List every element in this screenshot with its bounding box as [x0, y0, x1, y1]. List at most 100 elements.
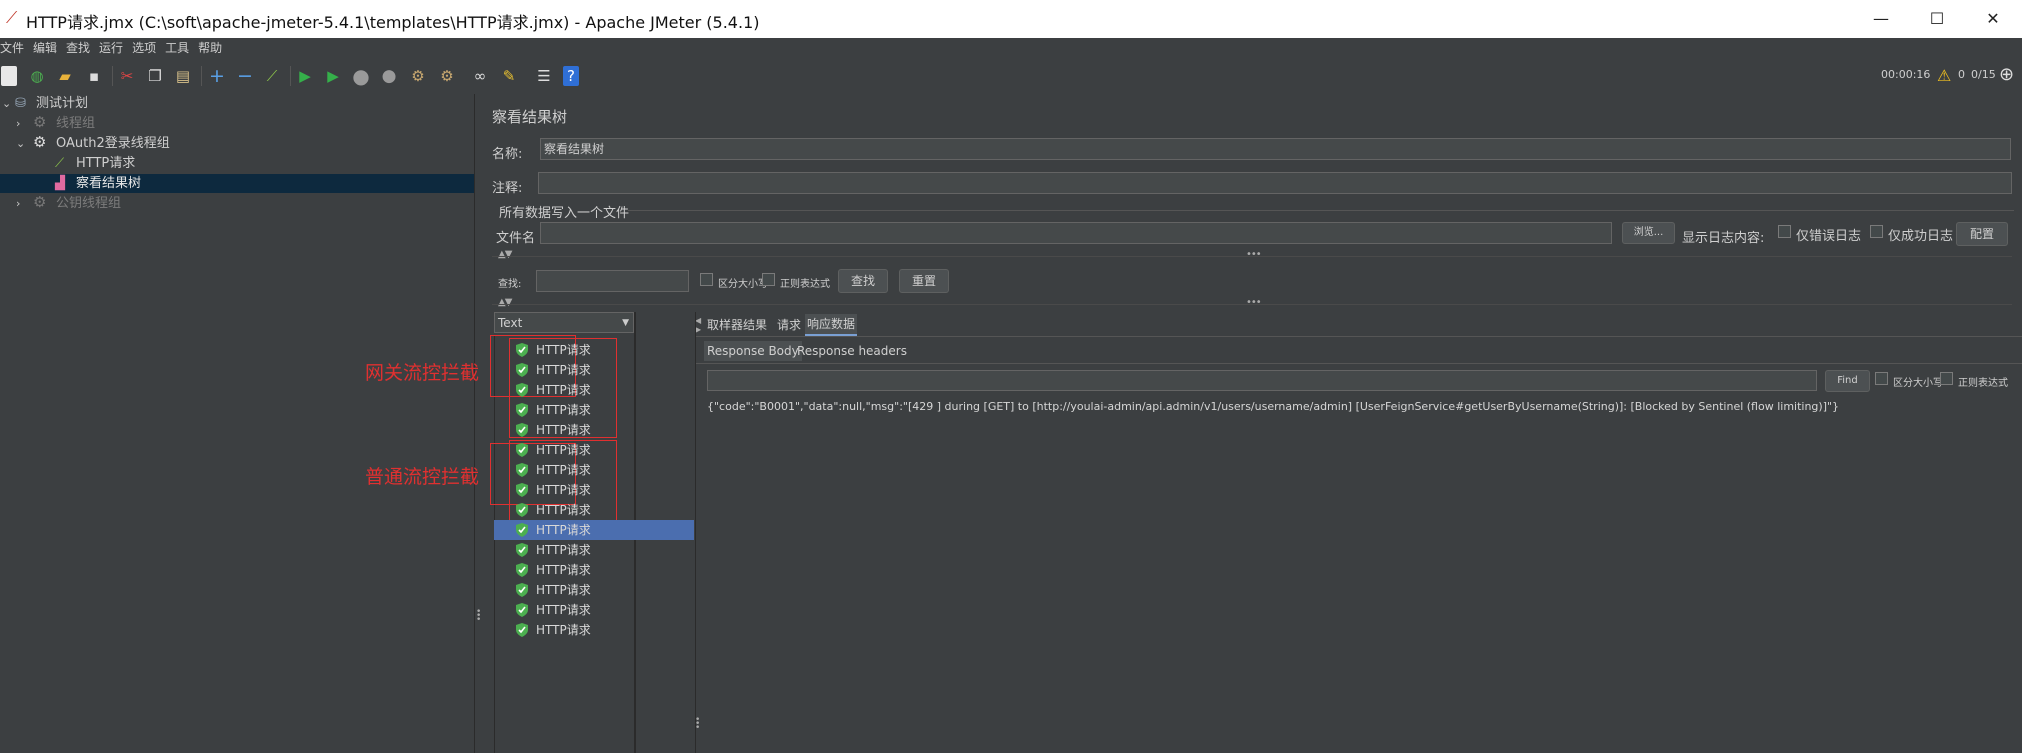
chevron-down-icon[interactable]: ⌄ — [2, 94, 11, 113]
collapse-arrows-icon[interactable]: ▲▼ — [498, 297, 512, 308]
result-row-label: HTTP请求 — [536, 463, 591, 477]
toolbar: ◍ ▰ ▪ ✂ ❐ ▤ + − ⟋ ▶ ▶ ● ● ⚙ ⚙ ∞ ✎ ☰ ? 00… — [0, 58, 2022, 94]
result-row[interactable]: HTTP请求 — [494, 500, 694, 520]
menu-tools[interactable]: 工具 — [165, 38, 189, 58]
save-icon[interactable]: ▪ — [84, 66, 104, 86]
result-row[interactable]: HTTP请求 — [494, 620, 694, 640]
result-row[interactable]: HTTP请求 — [494, 420, 694, 440]
result-row[interactable]: HTTP请求 — [494, 400, 694, 420]
clear-icon[interactable]: ⚙ — [408, 66, 428, 86]
search-binoculars-icon[interactable]: ∞ — [470, 66, 490, 86]
function-helper-icon[interactable]: ☰ — [534, 66, 554, 86]
case-sensitive-checkbox[interactable] — [700, 273, 713, 286]
errors-only-checkbox[interactable] — [1778, 225, 1791, 238]
result-row-label: HTTP请求 — [536, 423, 591, 437]
chevron-right-icon[interactable]: › — [16, 194, 20, 213]
drag-handle-icon[interactable]: ••• — [1246, 297, 1262, 308]
tree-node-oauth2-thread-group[interactable]: ⌄ ⚙ OAuth2登录线程组 — [0, 133, 474, 153]
collapse-icon[interactable]: − — [235, 66, 255, 86]
filename-input[interactable] — [540, 222, 1612, 244]
close-button[interactable]: ✕ — [1970, 4, 2016, 34]
drag-handle-icon[interactable]: ••• — [1246, 249, 1262, 260]
comment-input[interactable] — [538, 172, 2012, 194]
browse-button[interactable]: 浏览... — [1622, 222, 1675, 244]
tab-response-data[interactable]: 响应数据 — [805, 314, 857, 336]
reset-search-icon[interactable]: ✎ — [499, 66, 519, 86]
tree-node-test-plan[interactable]: ⌄ ⛁ 测试计划 — [0, 94, 474, 113]
renderer-select[interactable]: Text ▼ — [494, 312, 634, 333]
shutdown-icon[interactable]: ● — [379, 66, 399, 86]
tree-node-thread-group[interactable]: › ⚙ 线程组 — [0, 113, 474, 133]
tree-node-http-request[interactable]: ⟋ HTTP请求 — [0, 154, 474, 173]
result-row-label: HTTP请求 — [536, 543, 591, 557]
response-regex-checkbox[interactable] — [1940, 372, 1953, 385]
splitter-grip-icon[interactable]: • • • — [476, 608, 481, 625]
tree-node-label: 公钥线程组 — [56, 196, 122, 211]
response-search-input[interactable] — [707, 370, 1817, 391]
result-row[interactable]: HTTP请求 — [494, 580, 694, 600]
main-splitter[interactable] — [474, 94, 482, 753]
regex-checkbox[interactable] — [762, 273, 775, 286]
result-rows: HTTP请求 HTTP请求 HTTP请求 HTTP请求 HTTP请求 HTTP请求 HTTP… — [494, 340, 694, 640]
chevron-down-icon[interactable]: ⌄ — [16, 134, 25, 153]
minimize-button[interactable]: — — [1858, 4, 1904, 34]
tab-sampler-result[interactable]: 取样器结果 — [707, 315, 767, 335]
success-only-checkbox[interactable] — [1870, 225, 1883, 238]
menu-options[interactable]: 选项 — [132, 38, 156, 58]
subtab-response-body[interactable]: Response Body — [704, 341, 802, 361]
result-row[interactable]: HTTP请求 — [494, 460, 694, 480]
result-row[interactable]: HTTP请求 — [494, 360, 694, 380]
response-case-sensitive-checkbox[interactable] — [1875, 372, 1888, 385]
tab-request[interactable]: 请求 — [777, 315, 801, 335]
collapse-arrows-icon[interactable]: ▲▼ — [498, 249, 512, 260]
subtab-response-headers[interactable]: Response headers — [797, 341, 907, 361]
result-row[interactable]: HTTP请求 — [494, 600, 694, 620]
remote-globe-icon[interactable]: ⊕ — [1999, 64, 2014, 85]
stop-icon[interactable]: ● — [351, 66, 371, 86]
menu-search[interactable]: 查找 — [66, 38, 90, 58]
templates-icon[interactable]: ◍ — [27, 66, 47, 86]
open-icon[interactable]: ▰ — [55, 66, 75, 86]
copy-icon[interactable]: ❐ — [145, 66, 165, 86]
chevron-right-icon[interactable]: › — [16, 114, 20, 133]
name-input[interactable]: 察看结果树 — [540, 138, 2011, 160]
cut-icon[interactable]: ✂ — [117, 66, 137, 86]
success-shield-icon — [516, 403, 528, 417]
success-shield-icon — [516, 363, 528, 377]
configure-button[interactable]: 配置 — [1956, 222, 2008, 246]
reset-button[interactable]: 重置 — [899, 269, 949, 293]
help-icon[interactable]: ? — [563, 66, 579, 86]
maximize-button[interactable]: ☐ — [1914, 4, 1960, 34]
normal-annotation: 普通流控拦截 — [365, 466, 480, 488]
tree-node-pubkey-thread-group[interactable]: › ⚙ 公钥线程组 — [0, 193, 474, 213]
response-find-button[interactable]: Find — [1825, 370, 1870, 392]
menu-file[interactable]: 文件 — [0, 38, 24, 58]
search-input[interactable] — [536, 270, 689, 292]
new-icon[interactable] — [1, 66, 17, 86]
paste-icon[interactable]: ▤ — [173, 66, 193, 86]
search-label: 查找: — [498, 279, 522, 290]
find-button[interactable]: 查找 — [838, 269, 888, 293]
result-row[interactable]: HTTP请求 — [494, 520, 694, 540]
success-shield-icon — [516, 423, 528, 437]
result-row[interactable]: HTTP请求 — [494, 340, 694, 360]
menu-run[interactable]: 运行 — [99, 38, 123, 58]
splitter-grip-icon[interactable]: • • • — [695, 716, 700, 733]
dropdown-arrow-icon: ▼ — [622, 318, 629, 328]
result-row[interactable]: HTTP请求 — [494, 480, 694, 500]
result-row[interactable]: HTTP请求 — [494, 540, 694, 560]
result-row[interactable]: HTTP请求 — [494, 440, 694, 460]
menu-edit[interactable]: 编辑 — [33, 38, 57, 58]
expand-icon[interactable]: + — [207, 66, 227, 86]
result-row[interactable]: HTTP请求 — [494, 560, 694, 580]
gear-icon: ⚙ — [33, 113, 47, 131]
menu-help[interactable]: 帮助 — [198, 38, 222, 58]
result-row[interactable]: HTTP请求 — [494, 380, 694, 400]
start-icon[interactable]: ▶ — [295, 66, 315, 86]
tree-node-view-results-tree[interactable]: ▟ 察看结果树 — [0, 174, 474, 193]
warning-icon[interactable]: ⚠ — [1937, 66, 1951, 85]
clear-all-icon[interactable]: ⚙ — [437, 66, 457, 86]
start-no-pauses-icon[interactable]: ▶ — [323, 66, 343, 86]
sampler-pipette-icon: ⟋ — [55, 156, 65, 171]
toggle-icon[interactable]: ⟋ — [262, 66, 282, 86]
